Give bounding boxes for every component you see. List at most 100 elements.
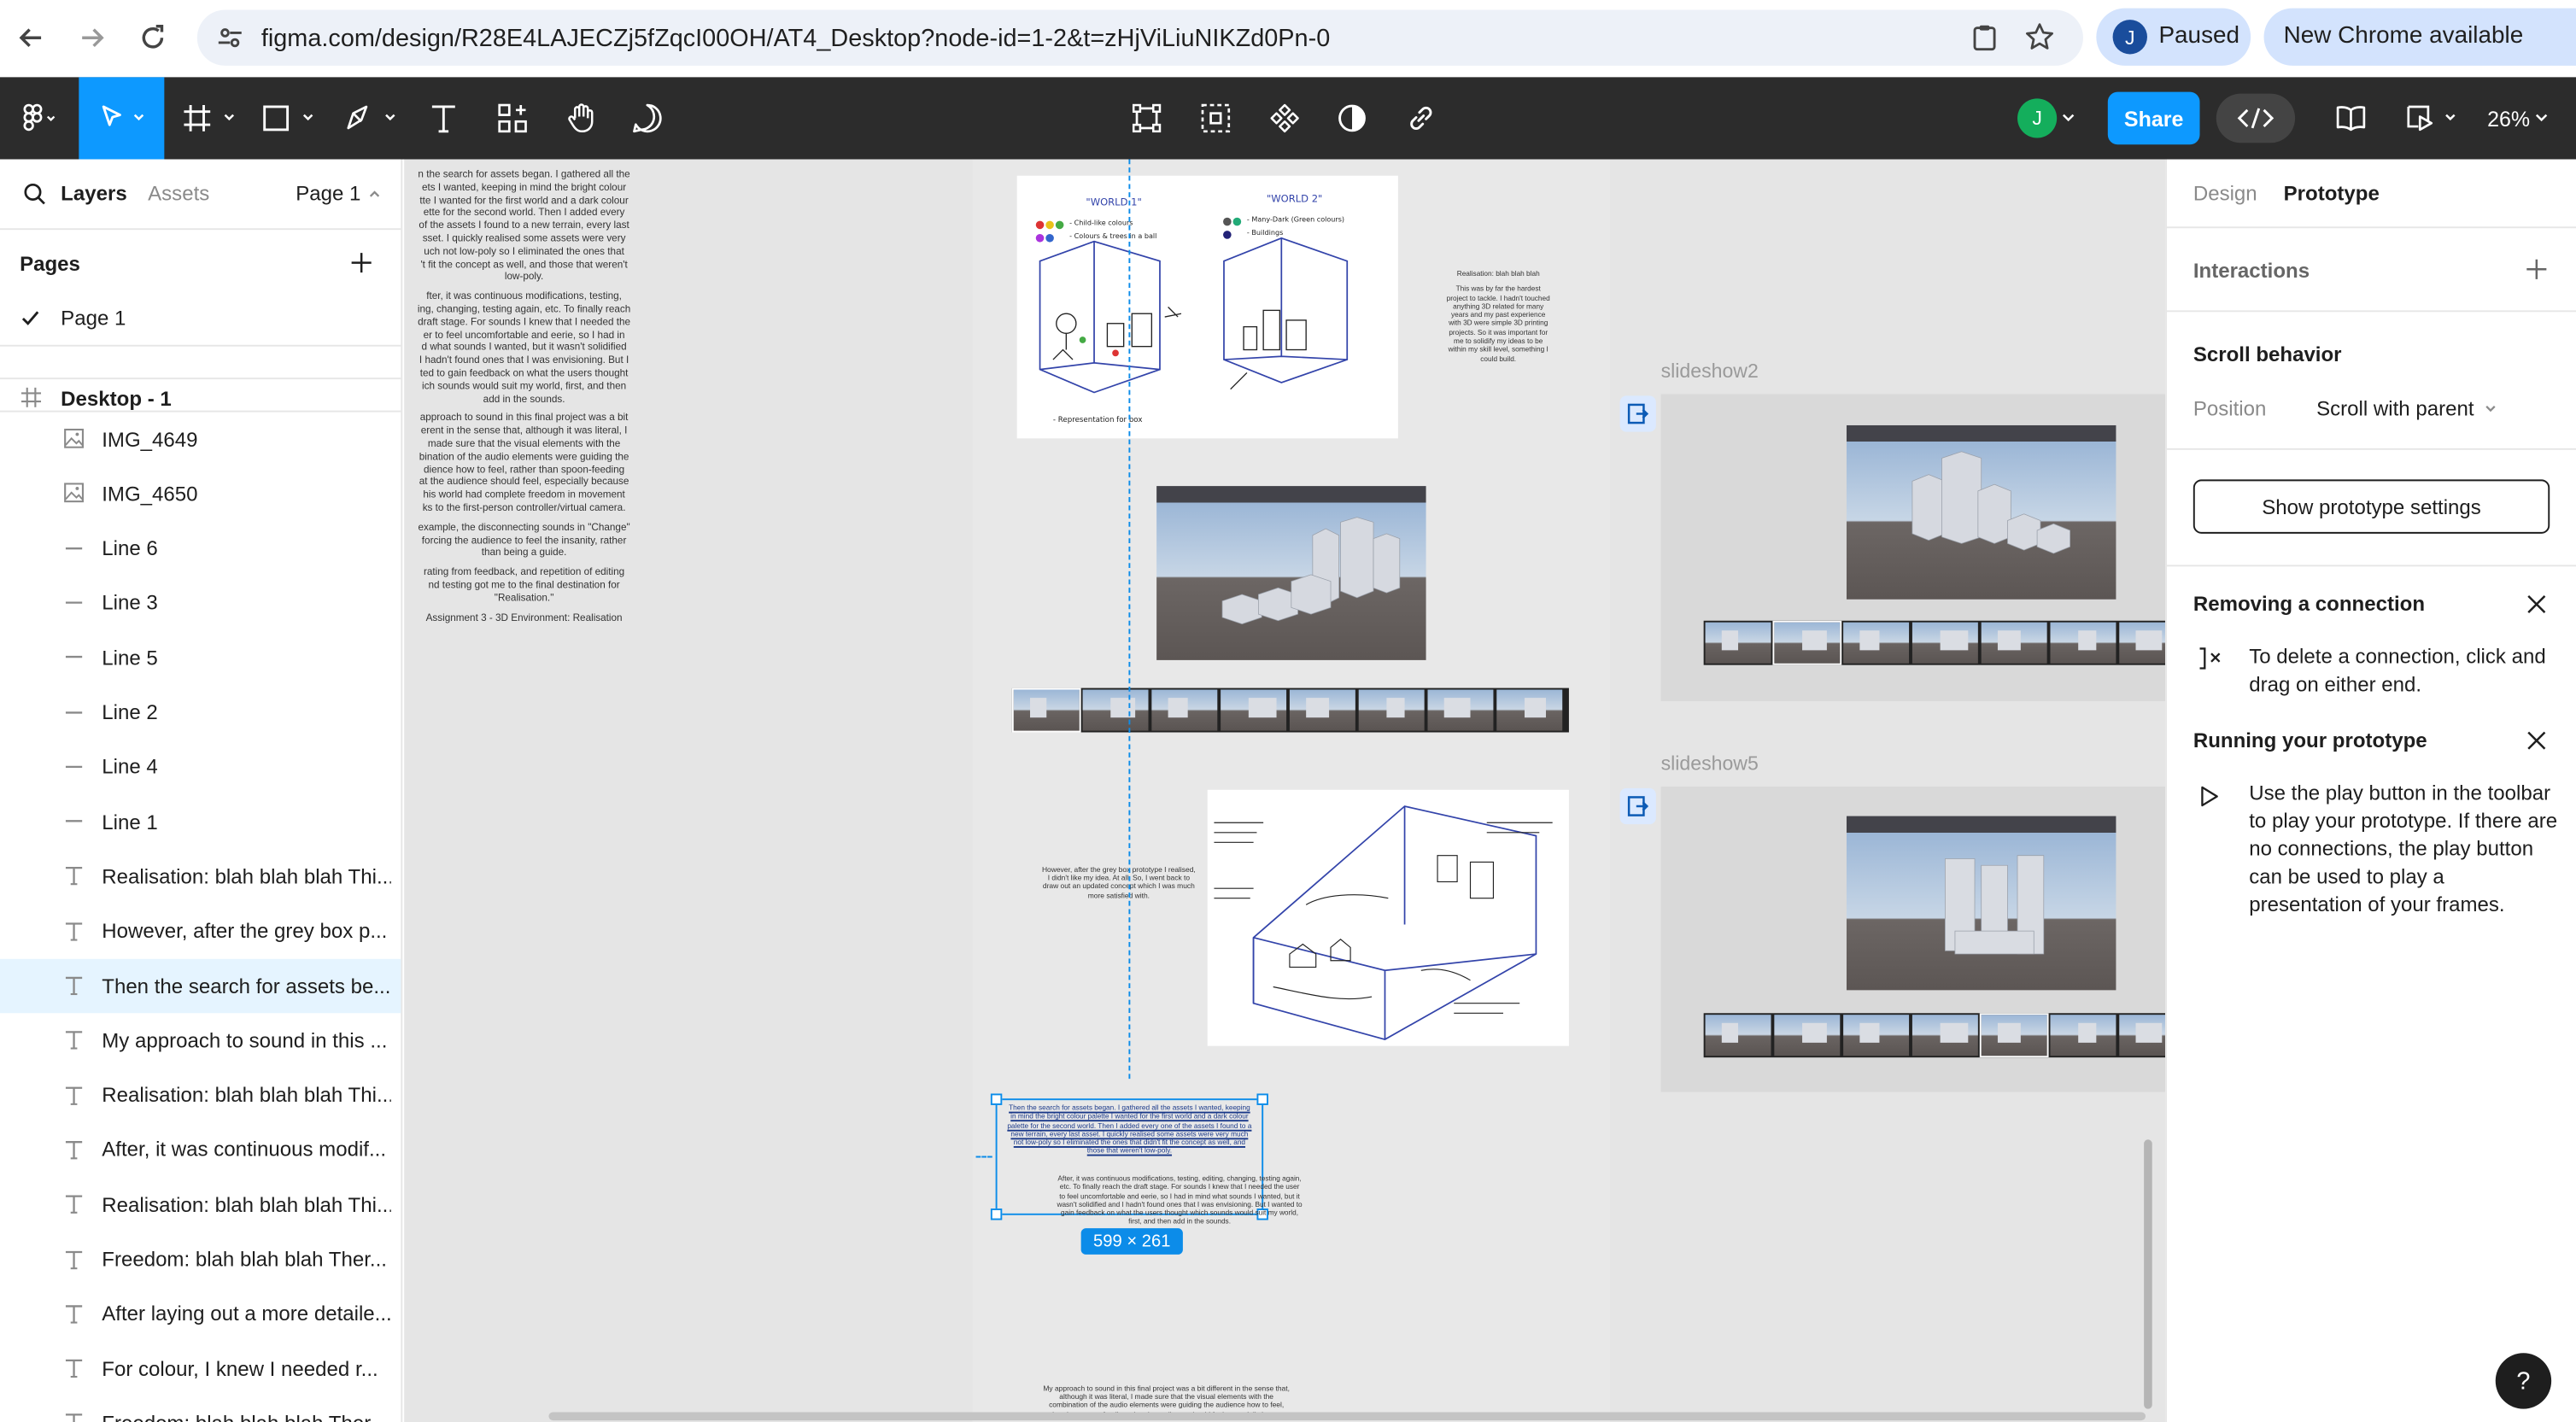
- layer-row[interactable]: Line 2: [0, 686, 401, 740]
- tab-assets[interactable]: Assets: [148, 182, 209, 205]
- page-selector[interactable]: Page 1: [296, 182, 382, 205]
- profile-paused-chip[interactable]: J Paused: [2096, 8, 2251, 66]
- thumbnail[interactable]: [1011, 688, 1081, 733]
- site-settings-icon[interactable]: [217, 25, 243, 51]
- pen-tool-button[interactable]: [340, 94, 406, 143]
- help-button[interactable]: ?: [2495, 1353, 2552, 1409]
- layer-row[interactable]: Realisation: blah blah blah Thi...: [0, 1178, 401, 1232]
- thumbnail[interactable]: [2050, 622, 2116, 664]
- horizontal-scrollbar[interactable]: [548, 1412, 2146, 1421]
- layer-row[interactable]: Line 6: [0, 522, 401, 576]
- link-button[interactable]: [1398, 94, 1444, 143]
- thumbnail[interactable]: [1912, 1015, 1978, 1056]
- render-screenshot[interactable]: [1156, 486, 1426, 660]
- frame-tool-button[interactable]: [178, 94, 243, 143]
- layer-row[interactable]: Line 1: [0, 795, 401, 849]
- thumbnail[interactable]: [1705, 622, 1771, 664]
- grid-button[interactable]: [1192, 94, 1238, 143]
- layer-row[interactable]: After laying out a more detaile...: [0, 1287, 401, 1341]
- contrast-button[interactable]: [1329, 94, 1375, 143]
- thumbnail[interactable]: [1981, 622, 2047, 664]
- layer-row[interactable]: Realisation: blah blah blah Thi...: [0, 1068, 401, 1122]
- thumbnail[interactable]: [1221, 689, 1287, 731]
- search-icon[interactable]: [23, 182, 46, 205]
- comment-tool-button[interactable]: [624, 94, 670, 143]
- thumbnail[interactable]: [1843, 1015, 1910, 1056]
- layer-row[interactable]: Then the search for assets be...: [0, 958, 401, 1014]
- realisation-text[interactable]: Realisation: blah blah blah This was by f…: [1436, 269, 1560, 363]
- tab-design[interactable]: Design: [2193, 182, 2257, 205]
- present-button[interactable]: [2400, 94, 2466, 143]
- hand-tool-button[interactable]: [559, 94, 605, 143]
- slideshow2-frame[interactable]: [1660, 394, 2166, 701]
- layer-row[interactable]: IMG_4650: [0, 467, 401, 521]
- slideshow5-frame[interactable]: [1660, 786, 2166, 1092]
- thumbnail[interactable]: [1496, 689, 1563, 731]
- thumbnail[interactable]: [2119, 622, 2166, 664]
- reload-icon[interactable]: [128, 13, 178, 62]
- layer-row[interactable]: Line 5: [0, 631, 401, 685]
- thumbnail[interactable]: [1979, 1013, 2049, 1058]
- component-link-icon[interactable]: [1619, 395, 1656, 432]
- slideshow2-label[interactable]: slideshow2: [1661, 360, 1759, 383]
- show-prototype-settings-button[interactable]: Show prototype settings: [2193, 479, 2550, 534]
- vertical-scrollbar[interactable]: [2144, 1139, 2152, 1409]
- zoom-menu[interactable]: 26%: [2478, 94, 2563, 143]
- component-button[interactable]: [1262, 94, 1308, 143]
- frame-layer[interactable]: Desktop - 1: [61, 388, 172, 411]
- slideshow5-label[interactable]: slideshow5: [1661, 752, 1759, 775]
- move-tool-button[interactable]: [79, 77, 165, 160]
- page-item[interactable]: Page 1: [61, 307, 126, 331]
- position-dropdown[interactable]: Scroll with parent: [2316, 397, 2498, 420]
- slideshow2-image[interactable]: [1846, 424, 2116, 600]
- back-icon[interactable]: [7, 13, 56, 62]
- layer-row[interactable]: My approach to sound in this ...: [0, 1014, 401, 1068]
- transform-button[interactable]: [1124, 94, 1170, 143]
- after-text[interactable]: After, it was continuous modifications, …: [1039, 1174, 1321, 1226]
- layer-row[interactable]: For colour, I knew I needed r...: [0, 1342, 401, 1396]
- add-page-icon[interactable]: [350, 251, 373, 274]
- thumbnail[interactable]: [1082, 689, 1149, 731]
- concept-sketch-2[interactable]: [1207, 789, 1569, 1046]
- tab-layers[interactable]: Layers: [61, 182, 127, 205]
- thumbnail[interactable]: [1427, 689, 1494, 731]
- thumbnail[interactable]: [1912, 622, 1978, 664]
- component-link-icon[interactable]: [1619, 787, 1656, 825]
- thumbnail[interactable]: [1289, 689, 1355, 731]
- slideshow5-image[interactable]: [1846, 816, 2116, 991]
- tab-prototype[interactable]: Prototype: [2284, 182, 2380, 205]
- close-icon[interactable]: [2525, 729, 2548, 752]
- resources-button[interactable]: [489, 94, 536, 143]
- layer-row[interactable]: Freedom: blah blah blah Ther...: [0, 1232, 401, 1286]
- layer-row[interactable]: Line 4: [0, 740, 401, 794]
- layer-row[interactable]: However, after the grey box p...: [0, 904, 401, 958]
- thumbnail[interactable]: [1358, 689, 1425, 731]
- add-interaction-icon[interactable]: [2525, 258, 2548, 281]
- resize-handle[interactable]: [990, 1208, 1003, 1220]
- however-text[interactable]: However, after the grey box prototype I …: [1012, 865, 1226, 899]
- close-icon[interactable]: [2525, 593, 2548, 616]
- shape-tool-button[interactable]: [256, 94, 325, 143]
- share-button[interactable]: Share: [2107, 91, 2200, 145]
- thumbnail[interactable]: [1151, 689, 1218, 731]
- thumbnail[interactable]: [1843, 622, 1910, 664]
- layer-row[interactable]: After, it was continuous modif...: [0, 1123, 401, 1177]
- canvas[interactable]: n the search for assets began. I gathere…: [404, 159, 2166, 1422]
- bookmark-star-icon[interactable]: [2024, 21, 2056, 53]
- user-menu-button[interactable]: J: [2011, 94, 2086, 143]
- thumbnail[interactable]: [2119, 1015, 2166, 1056]
- layer-row[interactable]: Line 3: [0, 576, 401, 630]
- text-tool-button[interactable]: [420, 94, 466, 143]
- thumbnail[interactable]: [1772, 620, 1842, 665]
- resize-handle[interactable]: [1256, 1093, 1268, 1105]
- layer-row[interactable]: IMG_4649: [0, 413, 401, 466]
- concept-sketch-1[interactable]: "WORLD 1" "WORLD 2" - Child-like colours…: [1016, 175, 1398, 439]
- resize-handle[interactable]: [990, 1093, 1003, 1105]
- layer-row[interactable]: Realisation: blah blah blah Thi...: [0, 850, 401, 904]
- clipboard-icon[interactable]: [1970, 23, 1999, 53]
- thumbnail[interactable]: [2050, 1015, 2116, 1056]
- thumbnail[interactable]: [1705, 1015, 1771, 1056]
- thumbnail[interactable]: [1774, 1015, 1841, 1056]
- library-button[interactable]: [2328, 94, 2374, 143]
- dev-mode-toggle[interactable]: [2216, 93, 2296, 143]
